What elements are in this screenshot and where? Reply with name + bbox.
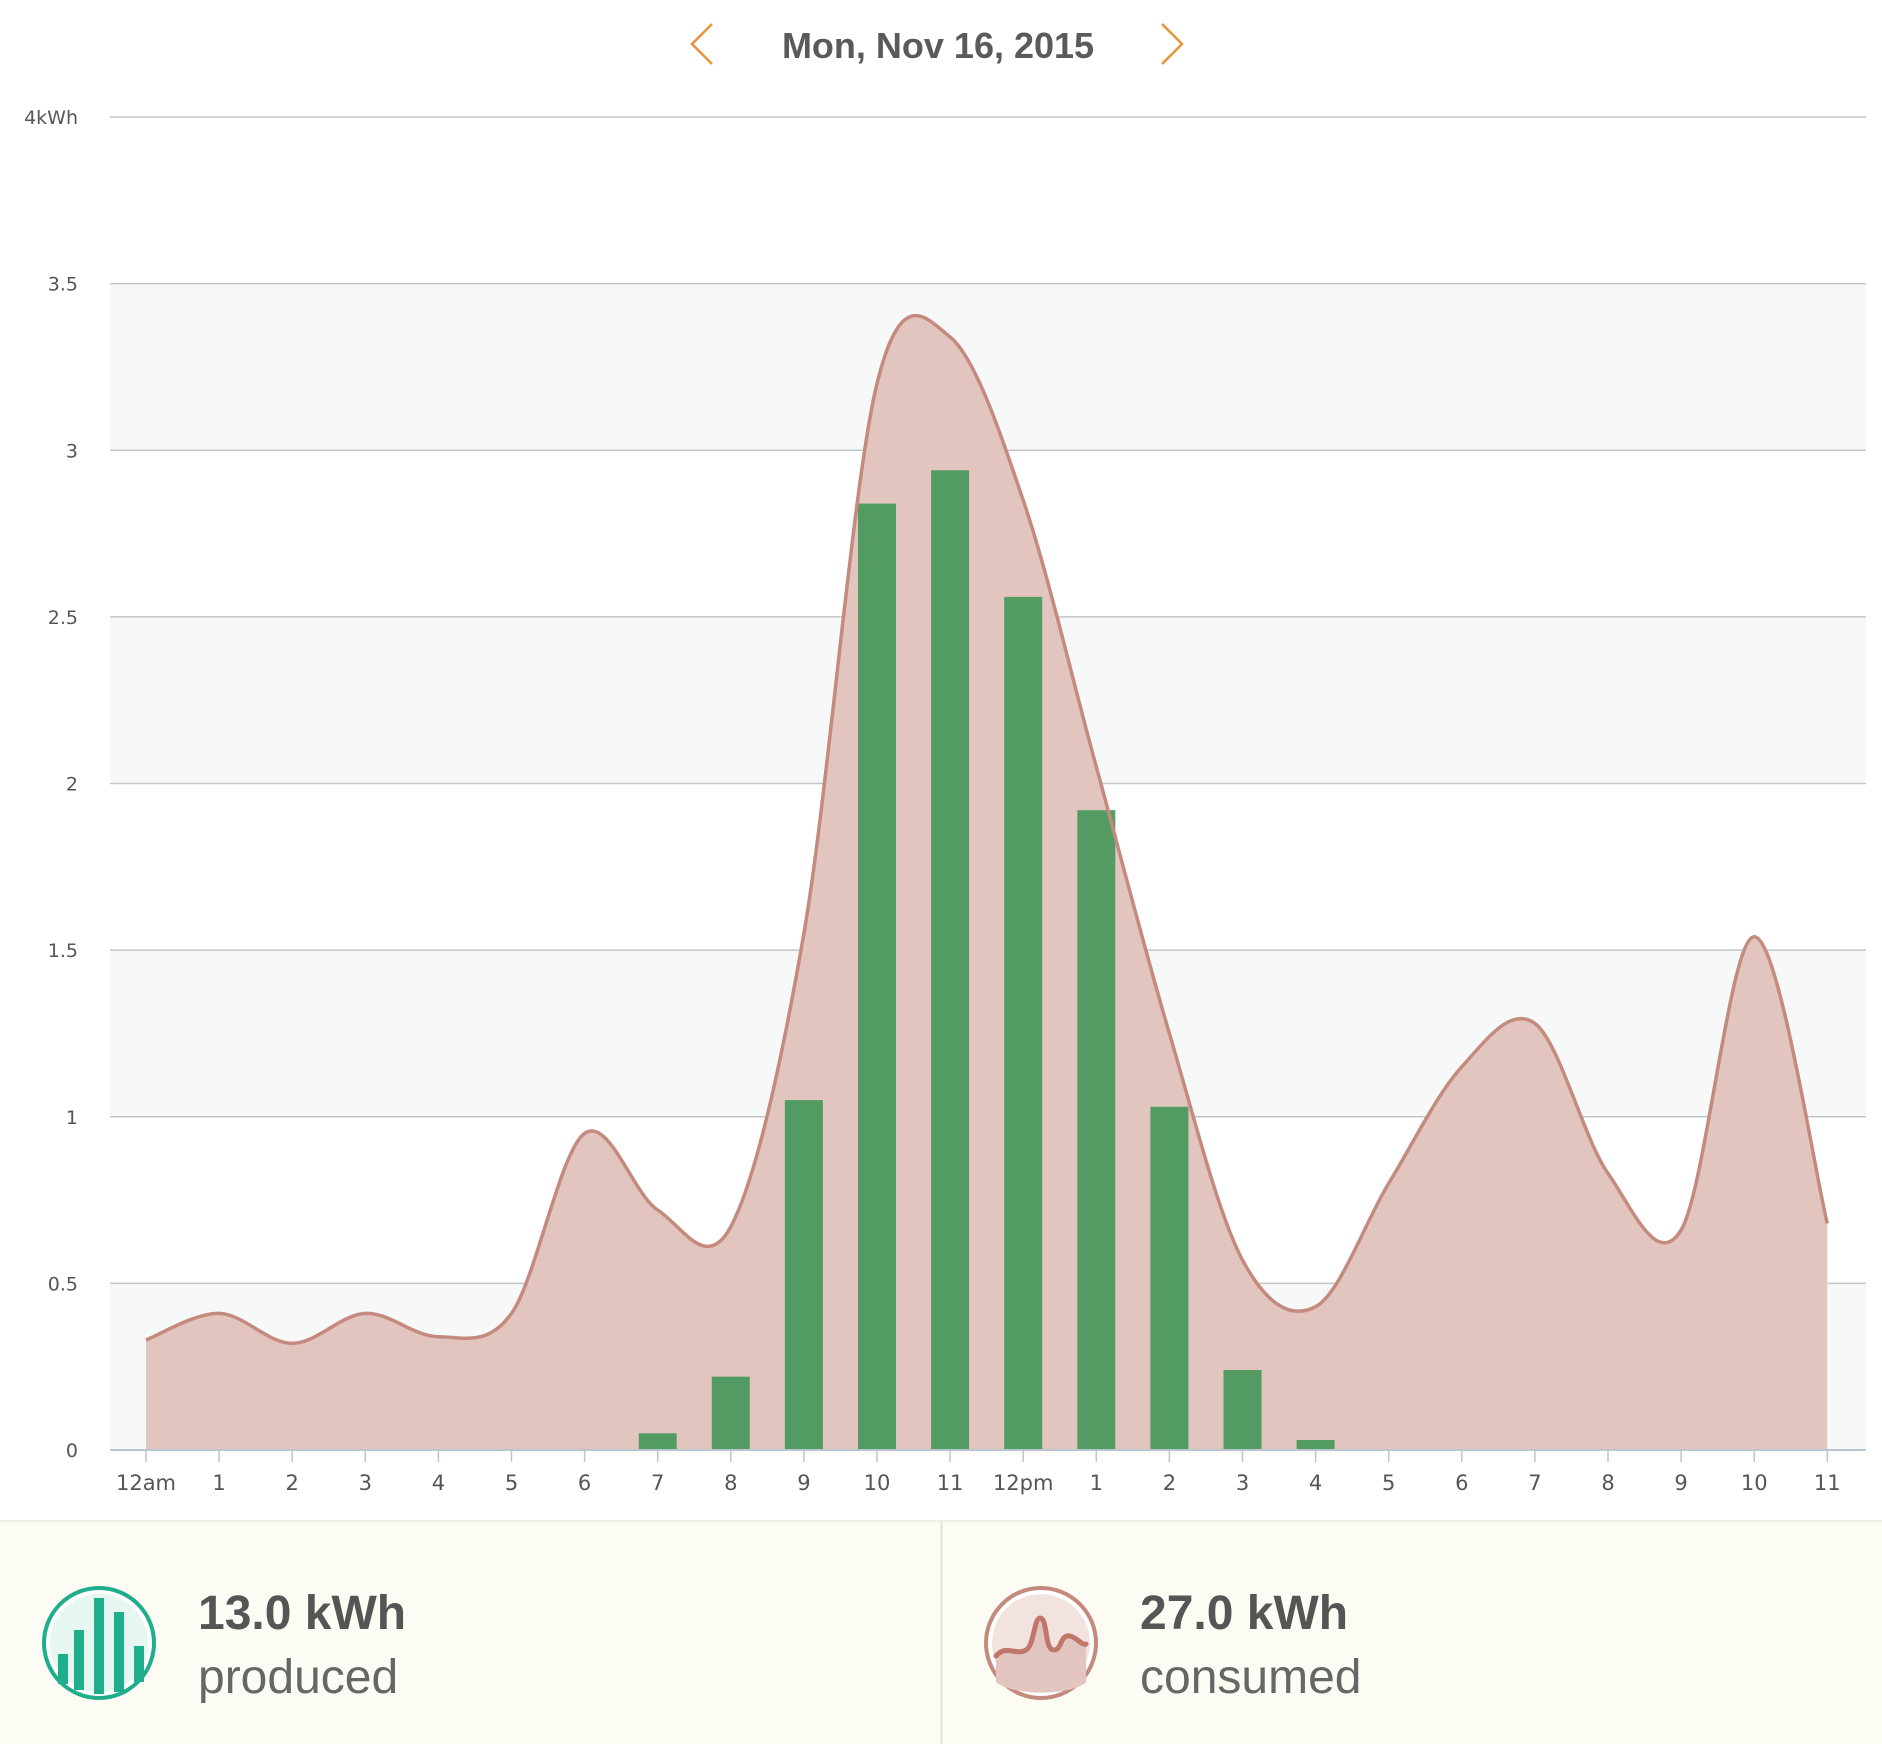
- y-tick-label: 0: [66, 1440, 78, 1462]
- x-tick-label: 11: [1814, 1471, 1841, 1495]
- x-tick-label: 2: [286, 1471, 299, 1495]
- production-bar: [1296, 1440, 1335, 1450]
- x-tick-label: 6: [578, 1471, 591, 1495]
- x-tick-label: 8: [1601, 1471, 1614, 1495]
- summary-panel: 13.0 kWh produced 27.0 kWh consumed: [0, 1520, 1882, 1744]
- y-tick-label: 2: [66, 774, 78, 796]
- x-tick-label: 6: [1455, 1471, 1468, 1495]
- y-tick-label: 4kWh: [24, 107, 78, 129]
- x-tick-label: 7: [1528, 1471, 1541, 1495]
- y-tick-label: 1: [66, 1107, 78, 1129]
- date-title: Mon, Nov 16, 2015: [781, 25, 1095, 66]
- produced-stat: 13.0 kWh produced: [0, 1522, 900, 1744]
- x-tick-label: 9: [1674, 1471, 1687, 1495]
- consumed-value: 27.0 kWh: [1140, 1587, 1349, 1640]
- x-tick-label: 5: [1382, 1471, 1395, 1495]
- chevron-left-icon: [690, 23, 713, 65]
- production-bar: [858, 503, 896, 1450]
- production-bar: [784, 1100, 823, 1450]
- production-bar: [1223, 1370, 1262, 1450]
- x-tick-label: 4: [1309, 1471, 1322, 1495]
- production-bars-icon: [40, 1584, 158, 1702]
- x-tick-label: 9: [797, 1471, 810, 1495]
- consumed-stat: 27.0 kWh consumed: [942, 1522, 1842, 1744]
- production-bar: [1077, 810, 1116, 1450]
- previous-day-button[interactable]: [680, 20, 724, 68]
- produced-label: produced: [198, 1651, 399, 1704]
- x-tick-label: 10: [1741, 1471, 1768, 1495]
- x-tick-label: 3: [359, 1471, 372, 1495]
- production-bar: [711, 1376, 750, 1450]
- x-tick-label: 5: [505, 1471, 518, 1495]
- x-tick-label: 3: [1236, 1471, 1249, 1495]
- production-bar: [1150, 1106, 1189, 1450]
- x-tick-label: 12pm: [993, 1471, 1054, 1495]
- y-tick-label: 3: [66, 440, 78, 462]
- next-day-button[interactable]: [1150, 20, 1194, 68]
- x-tick-label: 7: [651, 1471, 664, 1495]
- consumption-wave-icon: [982, 1584, 1100, 1702]
- x-tick-label: 1: [1090, 1471, 1103, 1495]
- x-tick-label: 4: [432, 1471, 445, 1495]
- y-tick-label: 0.5: [48, 1273, 78, 1295]
- x-tick-label: 10: [864, 1471, 891, 1495]
- y-tick-label: 2.5: [48, 607, 78, 629]
- production-bar: [1004, 596, 1043, 1450]
- produced-value: 13.0 kWh: [198, 1587, 407, 1640]
- date-navigation: Mon, Nov 16, 2015: [0, 0, 1882, 96]
- x-tick-label: 1: [212, 1471, 225, 1495]
- production-bar: [638, 1433, 677, 1450]
- energy-chart: 0 0.5 1 1.5 2 2.5 3 3.5 4kWh 12am 1 2 3 4 5 6 7 8 9 10 11 12p…: [24, 107, 1866, 1495]
- consumed-label: consumed: [1140, 1651, 1362, 1704]
- chevron-right-icon: [1161, 23, 1184, 65]
- x-tick-label: 2: [1163, 1471, 1176, 1495]
- y-tick-label: 3.5: [48, 274, 78, 296]
- consumption-area: [146, 315, 1828, 1450]
- production-bar: [931, 470, 970, 1450]
- x-tick-label: 11: [937, 1471, 964, 1495]
- x-tick-label: 8: [724, 1471, 737, 1495]
- y-tick-label: 1.5: [48, 940, 78, 962]
- x-tick-label: 12am: [116, 1471, 176, 1495]
